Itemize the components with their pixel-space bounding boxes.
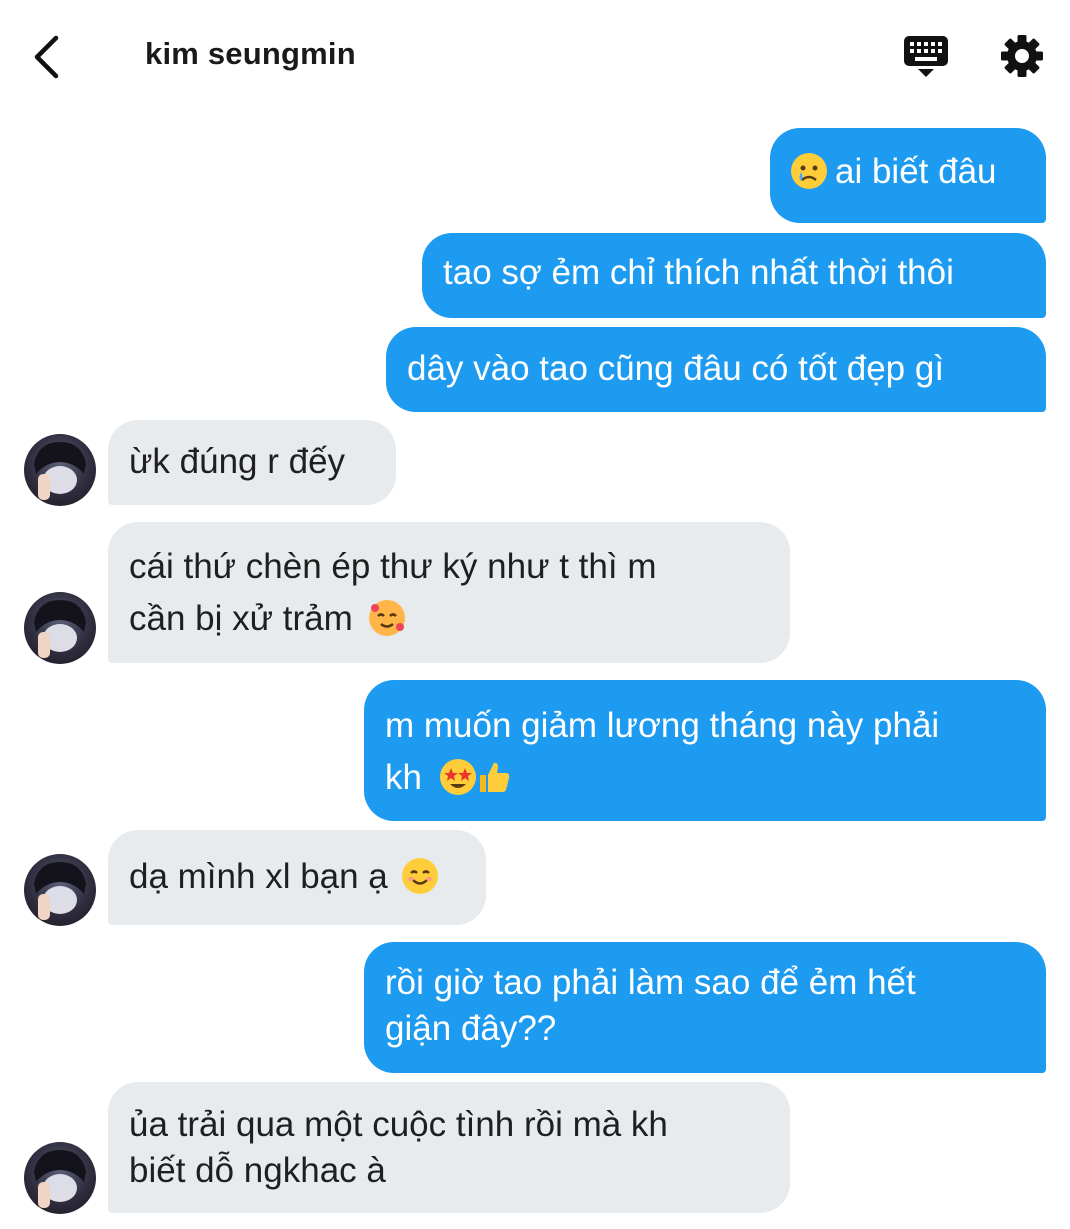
thumbs-up-emoji [476,759,512,795]
message-bubble-outgoing[interactable]: tao sợ ẻm chỉ thích nhất thời thôi [422,233,1046,318]
smiling-face-with-hearts-emoji [368,600,405,636]
message-bubble-incoming[interactable]: ừk đúng r đếy [108,420,396,505]
smiling-face-emoji [401,858,438,894]
message-bubble-outgoing[interactable]: m muốn giảm lương tháng này phải kh [364,680,1046,821]
message-bubble-outgoing[interactable]: dây vào tao cũng đâu có tốt đẹp gì [386,327,1046,412]
star-struck-emoji [439,759,476,795]
avatar[interactable] [24,1142,96,1214]
avatar[interactable] [24,592,96,664]
message-bubble-incoming[interactable]: cái thứ chèn ép thư ký như t thì m cần b… [108,522,790,663]
avatar[interactable] [24,434,96,506]
message-thread[interactable]: ai biết đâu tao sợ ẻm chỉ thích nhất thờ… [0,0,1070,1229]
message-bubble-incoming[interactable]: dạ mình xl bạn ạ [108,830,486,925]
crying-face-emoji [791,153,827,189]
avatar[interactable] [24,854,96,926]
message-bubble-outgoing[interactable]: rồi giờ tao phải làm sao để ẻm hết giận … [364,942,1046,1073]
message-bubble-incoming[interactable]: ủa trải qua một cuộc tình rồi mà kh biết… [108,1082,790,1213]
message-bubble-outgoing[interactable]: ai biết đâu [770,128,1046,223]
